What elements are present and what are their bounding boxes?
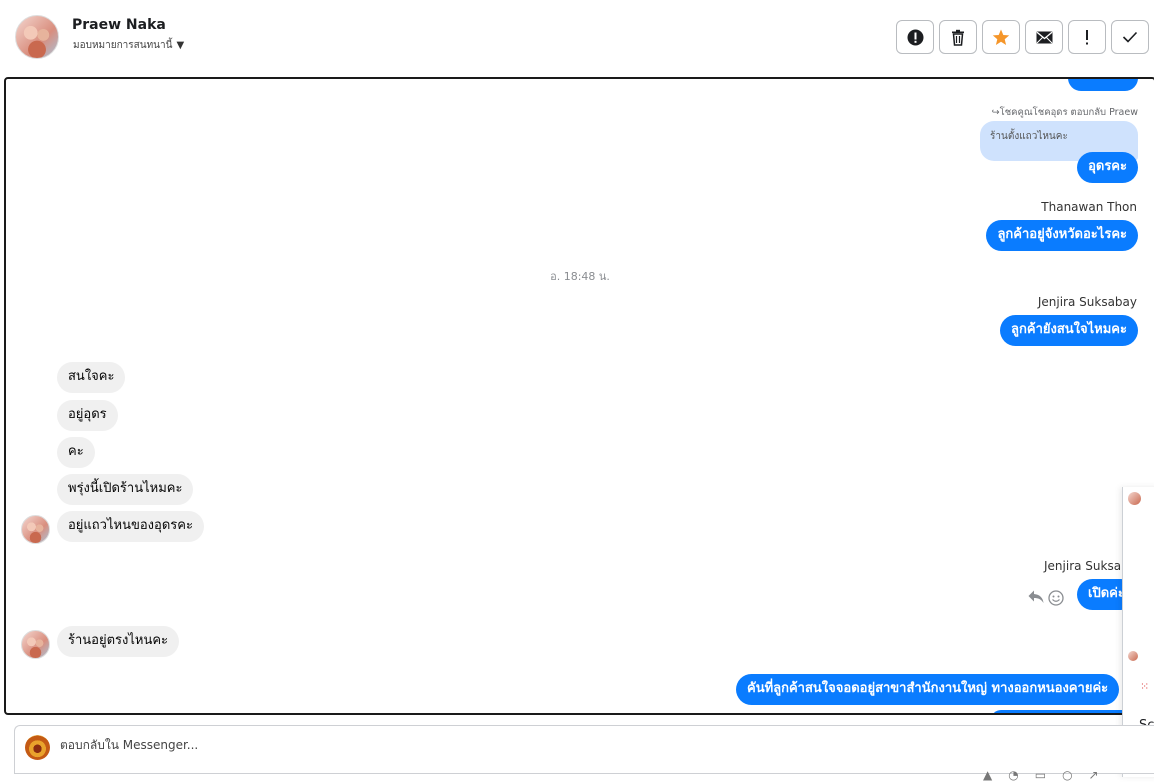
message-bubble-incoming[interactable]: อยู่แถวไหนของอุดรคะ (57, 511, 204, 542)
conversation-header: Praew Naka มอบหมายการสนทนานี้ ▼ (0, 0, 1154, 76)
quoted-text: ร้านตั้งแถวไหนคะ (990, 131, 1068, 142)
message-bubble-outgoing[interactable]: ลูกค้าอยู่จังหวัดอะไรคะ (986, 220, 1138, 251)
envelope-icon (1036, 31, 1053, 44)
contact-avatar[interactable] (21, 630, 50, 659)
contact-avatar[interactable] (21, 515, 50, 544)
composer-toolbar: ▲ ◔ ▭ ○ ↗ (983, 768, 1099, 782)
sender-name: Thanawan Thon (1041, 200, 1137, 214)
caret-down-icon: ▼ (176, 40, 185, 51)
emoji-react-icon[interactable] (1048, 590, 1064, 610)
message-bubble-outgoing (1068, 79, 1138, 91)
more-icon[interactable]: ↗ (1089, 768, 1099, 782)
reply-icon[interactable] (1028, 590, 1044, 610)
assign-conversation-dropdown[interactable]: มอบหมายการสนทนานี้ ▼ (73, 38, 184, 53)
page-avatar (25, 735, 50, 760)
preview-avatar (1128, 492, 1141, 505)
timestamp-divider: อ. 18:48 น. (550, 270, 610, 283)
exclamation-icon (1084, 29, 1090, 46)
message-actions (1028, 590, 1064, 610)
reply-composer: ▲ ◔ ▭ ○ ↗ (14, 725, 1154, 782)
message-bubble-incoming[interactable]: สนใจคะ (57, 362, 126, 393)
check-icon (1122, 31, 1138, 43)
message-bubble-outgoing[interactable]: ลูกค้ายังสนใจไหมคะ (1000, 315, 1138, 346)
assign-label: มอบหมายการสนทนานี้ (73, 40, 173, 51)
trash-icon (950, 29, 966, 46)
message-bubble-incoming[interactable]: อยู่อุดร (57, 400, 118, 431)
mark-spam-button[interactable] (896, 20, 934, 54)
spam-icon (907, 29, 924, 46)
image-icon[interactable]: ▭ (1035, 768, 1046, 782)
attach-icon[interactable]: ◔ (1008, 768, 1018, 782)
like-icon[interactable]: ▲ (983, 768, 992, 782)
star-icon (992, 29, 1010, 46)
emoji-icon[interactable]: ○ (1062, 768, 1072, 782)
mark-unread-button[interactable] (1025, 20, 1063, 54)
star-button[interactable] (982, 20, 1020, 54)
mark-done-button[interactable] (1111, 20, 1149, 54)
message-bubble-outgoing[interactable]: อุดรคะ (1077, 152, 1138, 183)
reply-meta: ↪โชคคูณโชคอุดร ตอบกลับ Praew (991, 107, 1138, 118)
message-thread[interactable]: ↪โชคคูณโชคอุดร ตอบกลับ Praew ร้านตั้งแถว… (4, 77, 1154, 715)
reply-input[interactable] (60, 738, 660, 752)
message-bubble-outgoing (991, 710, 1141, 713)
contact-name[interactable]: Praew Naka (72, 17, 166, 33)
mark-important-button[interactable] (1068, 20, 1106, 54)
contact-avatar[interactable] (15, 15, 59, 59)
puzzle-icon: ⁙ (1140, 680, 1150, 693)
conversation-toolbar (896, 20, 1149, 54)
delete-button[interactable] (939, 20, 977, 54)
message-bubble-outgoing[interactable]: คันที่ลูกค้าสนใจจอดอยู่สาขาสำนักงานใหญ่ … (736, 674, 1120, 705)
preview-avatar (1128, 651, 1138, 661)
message-bubble-incoming[interactable]: พรุ่งนี้เปิดร้านไหมคะ (57, 474, 194, 505)
message-bubble-incoming[interactable]: ร้านอยู่ตรงไหนคะ (57, 626, 180, 657)
message-bubble-incoming[interactable]: คะ (57, 437, 95, 468)
sender-name: Jenjira Suksabay (1037, 295, 1137, 309)
